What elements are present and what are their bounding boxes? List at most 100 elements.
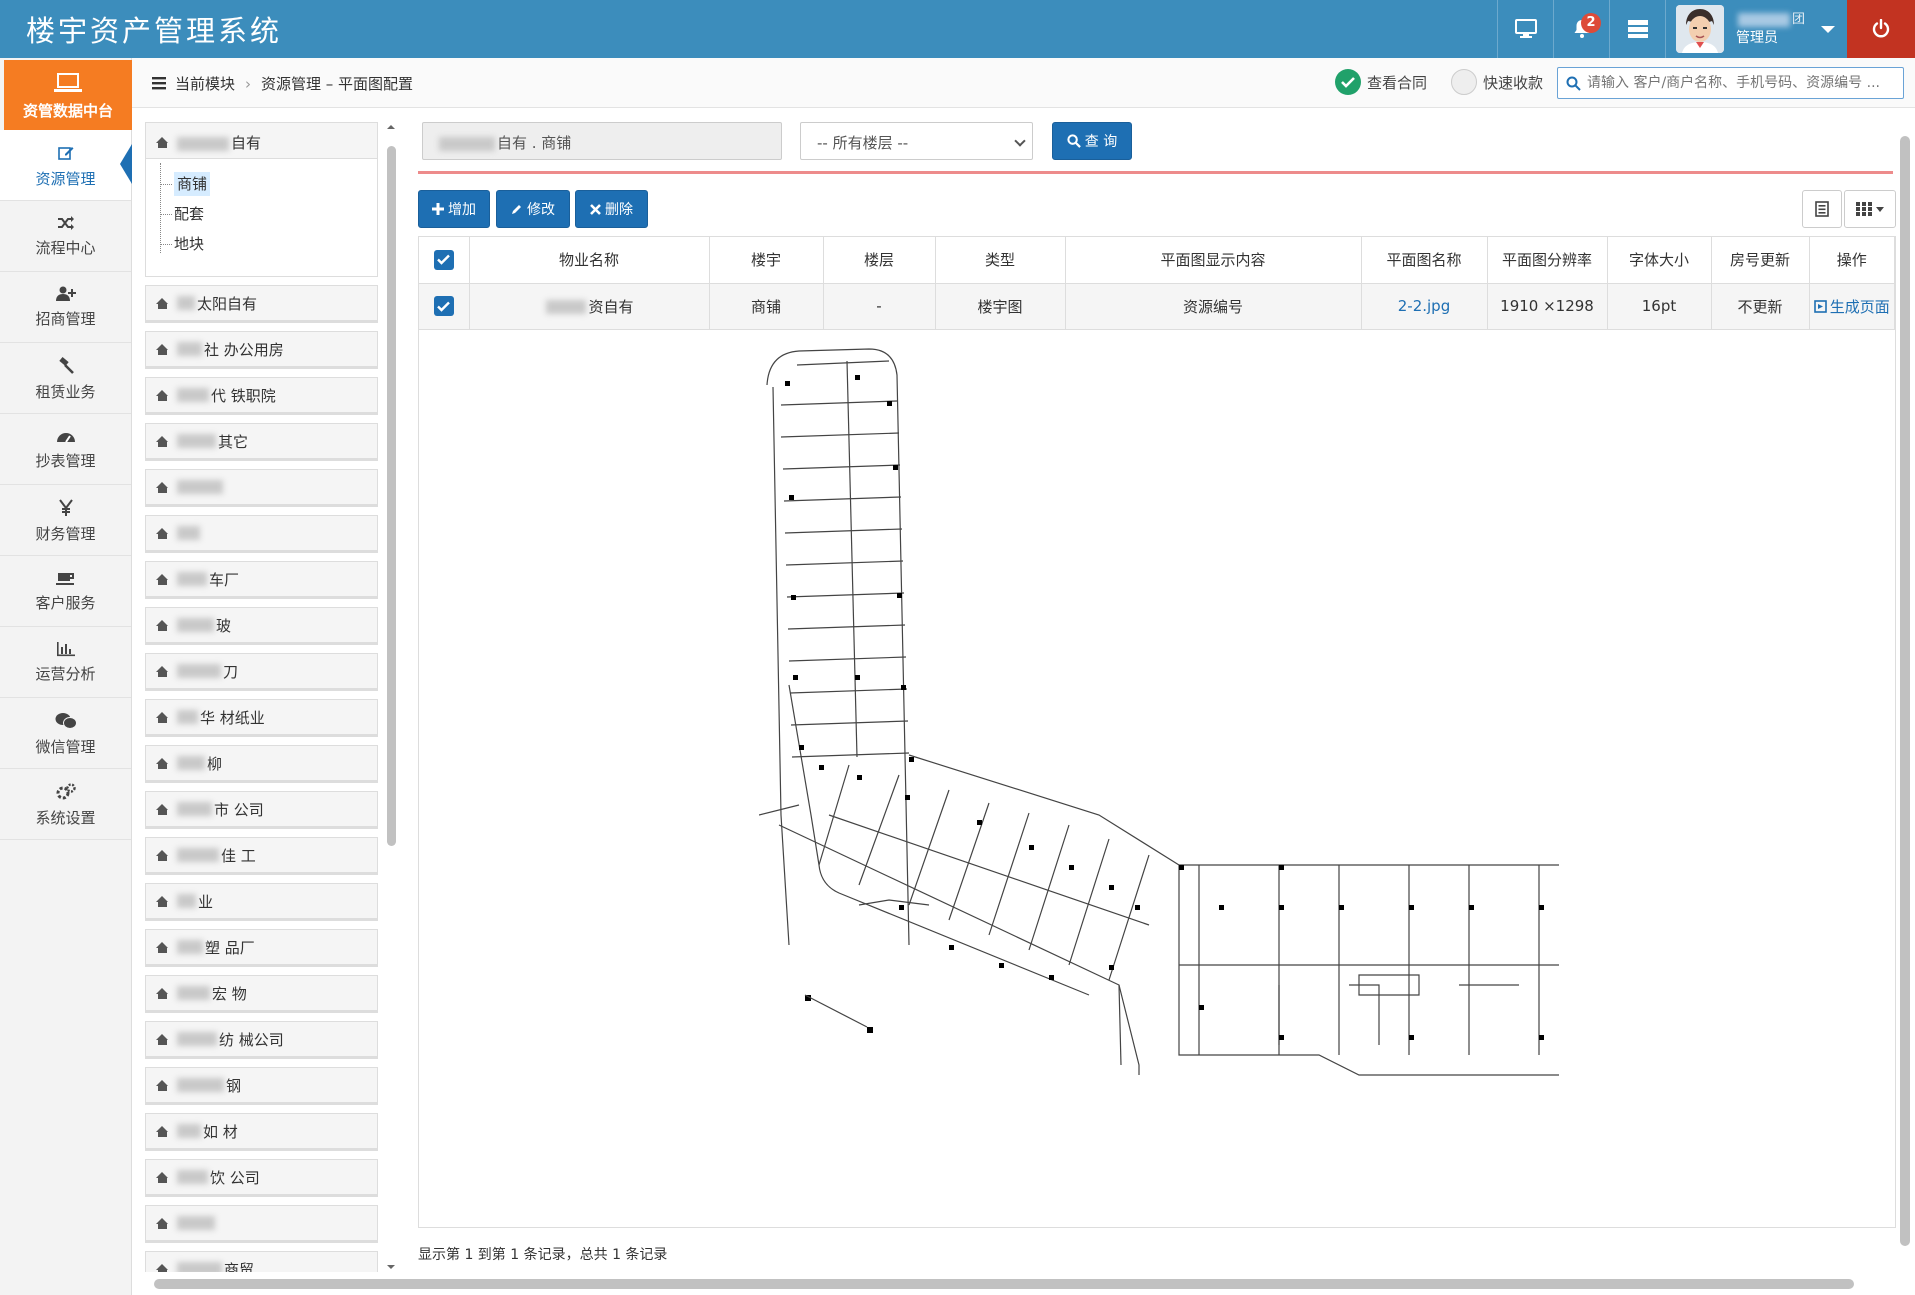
shuffle-icon xyxy=(0,215,131,231)
generate-page-link[interactable]: 生成页面 xyxy=(1813,296,1890,317)
tree-node[interactable]: 佳 工 xyxy=(145,837,378,875)
tree-node-label: 如 材 xyxy=(203,1122,238,1141)
col-type[interactable]: 类型 xyxy=(935,237,1066,284)
toggle-view-button[interactable] xyxy=(1802,190,1842,228)
col-image-name[interactable]: 平面图名称 xyxy=(1361,237,1488,284)
notification-badge: 2 xyxy=(1581,13,1601,33)
gavel-icon xyxy=(0,357,131,375)
nav-item-8[interactable]: 运营分析 xyxy=(0,627,131,698)
tree-node[interactable]: 业 xyxy=(145,883,378,921)
nav-item-label: 资源管理 xyxy=(35,170,96,188)
building-filter[interactable]: 自有 . 商铺 xyxy=(422,122,782,160)
col-action[interactable]: 操作 xyxy=(1809,237,1895,284)
quick-collect-label: 快速收款 xyxy=(1483,73,1544,92)
row-checkbox[interactable] xyxy=(433,296,454,316)
search-icon xyxy=(1067,134,1081,148)
row-checkbox-cell[interactable] xyxy=(419,283,470,330)
tree-node[interactable]: 钢 xyxy=(145,1067,378,1105)
cell-resolution: 1910 ×1298 xyxy=(1487,283,1608,330)
col-resolution[interactable]: 平面图分辨率 xyxy=(1487,237,1608,284)
menu-icon[interactable] xyxy=(152,77,166,90)
home-icon xyxy=(156,619,169,631)
cell-action[interactable]: 生成页面 xyxy=(1809,283,1895,330)
tree-node[interactable]: 车厂 xyxy=(145,561,378,599)
edit-button[interactable]: 修改 xyxy=(496,190,570,228)
tree-node[interactable]: 柳 xyxy=(145,745,378,783)
select-all-cell[interactable] xyxy=(419,237,470,284)
nav-item-5[interactable]: 抄表管理 xyxy=(0,414,131,485)
select-all-checkbox[interactable] xyxy=(433,249,454,270)
col-display[interactable]: 平面图显示内容 xyxy=(1065,237,1362,284)
tree-node[interactable]: 如 材 xyxy=(145,1113,378,1151)
server-list-icon xyxy=(1627,20,1648,38)
tree-root[interactable]: 自有 xyxy=(146,123,377,159)
nav-item-4[interactable]: 租赁业务 xyxy=(0,343,131,414)
tree-node-label: 纺 械公司 xyxy=(219,1030,284,1049)
nav-item-10[interactable]: 系统设置 xyxy=(0,769,131,840)
tree-node[interactable] xyxy=(145,515,378,553)
add-button[interactable]: 增加 xyxy=(418,190,490,228)
col-room-update[interactable]: 房号更新 xyxy=(1711,237,1810,284)
cell-image-name[interactable]: 2-2.jpg xyxy=(1361,283,1488,330)
user-menu[interactable]: 团 管理员 xyxy=(1665,0,1847,58)
nav-item-1[interactable]: 资源管理 xyxy=(0,130,132,201)
nav-item-9[interactable]: 微信管理 xyxy=(0,698,131,769)
tree-node[interactable]: 饮 公司 xyxy=(145,1159,378,1197)
tree-node[interactable] xyxy=(145,1205,378,1243)
tree-node[interactable]: 玻 xyxy=(145,607,378,645)
tree-child-item[interactable]: 配套 xyxy=(160,199,377,229)
tree-node[interactable]: 商贸 xyxy=(145,1251,378,1272)
table-row[interactable]: 资自有 商铺 - 楼宇图 资源编号 2-2.jpg 1910 ×1298 16p… xyxy=(419,283,1895,330)
nav-item-label: 租赁业务 xyxy=(35,383,96,401)
notification-button[interactable]: 2 xyxy=(1553,0,1609,58)
nav-item-label: 客户服务 xyxy=(35,594,96,612)
col-floor[interactable]: 楼层 xyxy=(823,237,936,284)
tree-node[interactable]: 社 办公用房 xyxy=(145,331,378,369)
monitor-button[interactable] xyxy=(1497,0,1553,58)
delete-button[interactable]: 删除 xyxy=(575,190,648,228)
tree-scrollbar[interactable] xyxy=(384,122,398,1272)
tree-node-label: 刀 xyxy=(223,662,239,681)
nav-item-6[interactable]: 财务管理 xyxy=(0,485,131,556)
tree-child-label: 配套 xyxy=(174,205,205,223)
nav-data-center[interactable]: 资管数据中台 xyxy=(4,60,132,130)
tasks-button[interactable] xyxy=(1609,0,1665,58)
columns-button[interactable] xyxy=(1844,190,1896,228)
tree-node[interactable]: 刀 xyxy=(145,653,378,691)
tree-node[interactable]: 华 材纸业 xyxy=(145,699,378,737)
tree-node[interactable]: 宏 物 xyxy=(145,975,378,1013)
cogs-icon xyxy=(0,783,131,801)
global-search[interactable] xyxy=(1557,67,1904,99)
tree-node[interactable]: 其它 xyxy=(145,423,378,461)
col-building[interactable]: 楼宇 xyxy=(709,237,824,284)
chevron-down-icon xyxy=(1821,25,1836,33)
home-icon xyxy=(156,343,169,355)
breadcrumb-root: 当前模块 xyxy=(175,75,236,93)
quick-collect-toggle[interactable]: 快速收款 xyxy=(1451,69,1543,95)
home-icon xyxy=(156,1079,169,1091)
view-contract-toggle[interactable]: 查看合同 xyxy=(1335,69,1427,95)
nav-home-label: 资管数据中台 xyxy=(22,102,113,120)
nav-item-label: 微信管理 xyxy=(35,738,96,756)
tree-node[interactable]: 市 公司 xyxy=(145,791,378,829)
tree-node[interactable]: 塑 品厂 xyxy=(145,929,378,967)
col-property[interactable]: 物业名称 xyxy=(469,237,710,284)
image-link[interactable]: 2-2.jpg xyxy=(1398,297,1450,315)
col-font-size[interactable]: 字体大小 xyxy=(1607,237,1712,284)
nav-item-2[interactable]: 流程中心 xyxy=(0,201,131,272)
search-input[interactable] xyxy=(1587,75,1887,91)
tree-child-item[interactable]: 地块 xyxy=(160,229,377,259)
nav-item-3[interactable]: 招商管理 xyxy=(0,272,131,343)
page-scrollbar[interactable] xyxy=(1898,116,1912,1276)
tree-child-item[interactable]: 商铺 xyxy=(160,169,377,199)
nav-item-7[interactable]: 客户服务 xyxy=(0,556,131,627)
query-button[interactable]: 查 询 xyxy=(1052,122,1132,160)
tree-node[interactable] xyxy=(145,469,378,507)
tree-node[interactable]: 太阳自有 xyxy=(145,285,378,323)
horizontal-scrollbar[interactable] xyxy=(140,1278,1900,1290)
logout-button[interactable] xyxy=(1847,0,1915,58)
tree-node[interactable]: 纺 械公司 xyxy=(145,1021,378,1059)
tree-node[interactable]: 代 铁职院 xyxy=(145,377,378,415)
floor-select[interactable]: -- 所有楼层 -- xyxy=(800,122,1033,160)
cell-display: 资源编号 xyxy=(1065,283,1362,330)
